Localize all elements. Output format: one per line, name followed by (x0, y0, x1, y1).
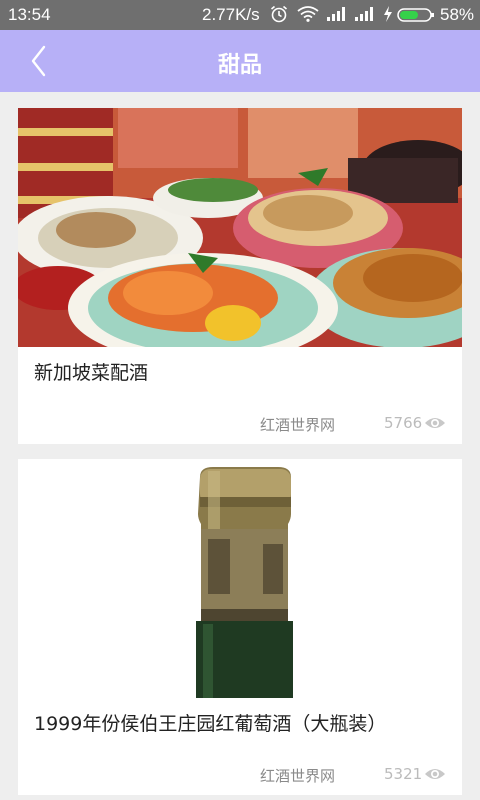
signal-icon (355, 7, 373, 21)
status-battery-percent: 58% (440, 5, 475, 24)
signal-icon (327, 7, 345, 21)
article-title[interactable]: 1999年份侯伯王庄园红葡萄酒（大瓶装） (34, 709, 386, 736)
view-count: 5321 (384, 765, 423, 783)
article-source: 红酒世界网 (260, 416, 336, 434)
battery-icon (397, 8, 434, 22)
wifi-icon (297, 6, 319, 22)
status-bar: 13:54 2.77K/s 58% (0, 0, 480, 30)
eye-icon (425, 769, 445, 779)
status-net-speed: 2.77K/s (202, 5, 260, 24)
charging-icon (384, 6, 392, 22)
app-header: 甜品 (0, 30, 480, 92)
article-card[interactable]: 1999年份侯伯王庄园红葡萄酒（大瓶装） 红酒世界网 5321 (18, 459, 462, 795)
article-image[interactable] (18, 459, 462, 698)
wine-bottle-photo (18, 459, 462, 698)
eye-icon (425, 418, 445, 428)
article-title[interactable]: 新加坡菜配酒 (34, 358, 148, 385)
food-photo (18, 108, 462, 347)
view-count: 5766 (384, 414, 423, 432)
page-title: 甜品 (217, 53, 262, 78)
article-card[interactable]: 新加坡菜配酒 红酒世界网 5766 (18, 108, 462, 444)
article-source: 红酒世界网 (260, 767, 336, 785)
article-image[interactable] (18, 108, 462, 347)
alarm-icon (270, 5, 288, 23)
status-time: 13:54 (8, 5, 51, 24)
